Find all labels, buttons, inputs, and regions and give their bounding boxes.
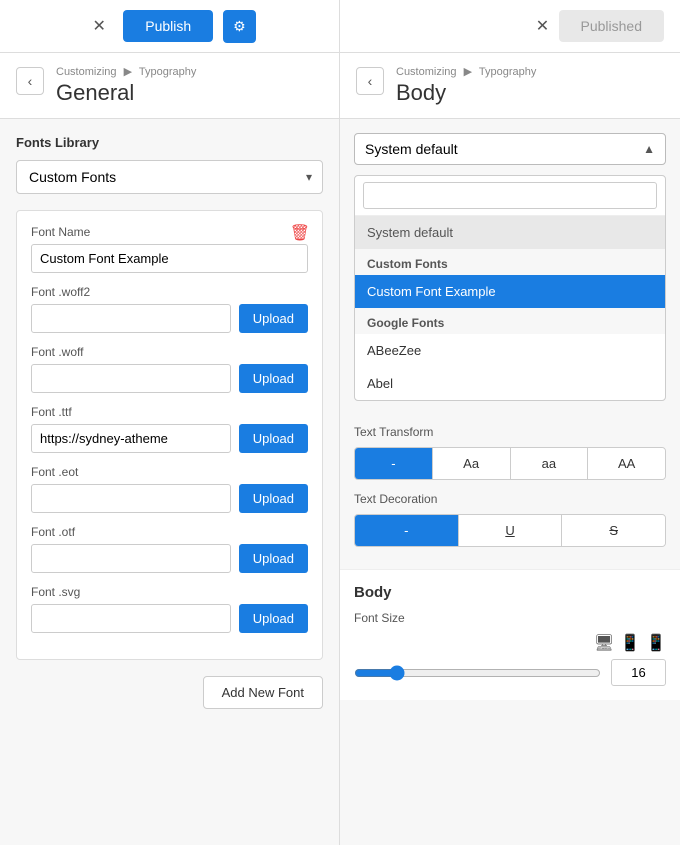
menu-group-custom-fonts: Custom Fonts: [355, 249, 665, 275]
font-size-label: Font Size: [354, 611, 666, 625]
transform-none-button[interactable]: -: [355, 448, 433, 479]
decoration-strikethrough-button[interactable]: S: [562, 515, 665, 546]
font-ttf-label: Font .ttf: [31, 405, 308, 419]
font-woff2-label: Font .woff2: [31, 285, 308, 299]
left-panel-header: ‹ Customizing ▶ Typography General: [0, 53, 339, 119]
font-svg-input[interactable]: [31, 604, 231, 633]
decoration-none-button[interactable]: -: [355, 515, 459, 546]
font-dropdown-menu: System default Custom Fonts Custom Font …: [354, 175, 666, 401]
dropdown-up-arrow-icon: ▲: [643, 142, 655, 156]
upload-woff2-button[interactable]: Upload: [239, 304, 308, 333]
font-name-input[interactable]: [31, 244, 308, 273]
publish-button[interactable]: Publish: [123, 10, 213, 42]
text-transform-label: Text Transform: [354, 425, 666, 439]
font-eot-label: Font .eot: [31, 465, 308, 479]
delete-font-icon[interactable]: 🗑: [290, 223, 310, 243]
font-search-input[interactable]: [363, 182, 657, 209]
font-selector-bar[interactable]: System default ▲: [340, 119, 680, 175]
body-section: Body Font Size 🖥 📱 📱 16: [340, 569, 680, 700]
text-transform-group: - Aa aa AA: [354, 447, 666, 480]
menu-group-google-fonts: Google Fonts: [355, 308, 665, 334]
decoration-underline-button[interactable]: U: [459, 515, 563, 546]
device-icons-row: 🖥 📱 📱: [354, 633, 666, 653]
font-card: 🗑 Font Name Font .woff2 Upload Font .wof…: [16, 210, 323, 660]
transform-uppercase-button[interactable]: AA: [588, 448, 665, 479]
tablet-icon[interactable]: 📱: [620, 633, 640, 653]
right-breadcrumb: Customizing ▶ Typography: [396, 65, 536, 78]
settings-button[interactable]: ⚙: [223, 10, 256, 43]
fonts-library-section: Fonts Library Custom Fonts ▾: [0, 119, 339, 210]
right-panel-header: ‹ Customizing ▶ Typography Body: [340, 53, 680, 119]
text-decoration-group: - U S: [354, 514, 666, 547]
upload-svg-button[interactable]: Upload: [239, 604, 308, 633]
fonts-dropdown[interactable]: Custom Fonts: [17, 161, 322, 193]
font-otf-label: Font .otf: [31, 525, 308, 539]
left-panel: ‹ Customizing ▶ Typography General Fonts…: [0, 53, 340, 845]
right-panel-title: Body: [396, 80, 536, 106]
font-svg-label: Font .svg: [31, 585, 308, 599]
text-transform-section: Text Transform - Aa aa AA Text Decoratio…: [340, 411, 680, 569]
font-woff-input[interactable]: [31, 364, 231, 393]
add-new-font-button[interactable]: Add New Font: [203, 676, 323, 709]
left-panel-title: General: [56, 80, 196, 106]
mobile-icon[interactable]: 📱: [646, 633, 666, 653]
font-size-slider[interactable]: [354, 665, 601, 681]
fonts-dropdown-wrapper[interactable]: Custom Fonts ▾: [16, 160, 323, 194]
back-button-left[interactable]: ‹: [16, 67, 44, 95]
font-size-input[interactable]: 16: [611, 659, 666, 686]
transform-lowercase-button[interactable]: aa: [511, 448, 589, 479]
body-section-title: Body: [354, 584, 666, 601]
right-panel: ‹ Customizing ▶ Typography Body System d…: [340, 53, 680, 845]
menu-item-abeezee[interactable]: ABeeZee: [355, 334, 665, 367]
close-right-button[interactable]: ✕: [527, 10, 559, 42]
font-name-label: Font Name: [31, 225, 308, 239]
upload-ttf-button[interactable]: Upload: [239, 424, 308, 453]
desktop-icon[interactable]: 🖥: [594, 633, 614, 653]
upload-woff-button[interactable]: Upload: [239, 364, 308, 393]
transform-capitalize-button[interactable]: Aa: [433, 448, 511, 479]
left-breadcrumb: Customizing ▶ Typography: [56, 65, 196, 78]
font-selector-dropdown[interactable]: System default ▲: [354, 133, 666, 165]
font-woff2-input[interactable]: [31, 304, 231, 333]
upload-otf-button[interactable]: Upload: [239, 544, 308, 573]
upload-eot-button[interactable]: Upload: [239, 484, 308, 513]
font-ttf-input[interactable]: [31, 424, 231, 453]
font-eot-input[interactable]: [31, 484, 231, 513]
font-woff-label: Font .woff: [31, 345, 308, 359]
text-decoration-label: Text Decoration: [354, 492, 666, 506]
dropdown-value: System default: [365, 141, 458, 157]
published-button: Published: [559, 10, 665, 42]
menu-item-custom-font-example[interactable]: Custom Font Example: [355, 275, 665, 308]
menu-item-abel[interactable]: Abel: [355, 367, 665, 400]
fonts-library-label: Fonts Library: [16, 135, 323, 150]
menu-item-system-default[interactable]: System default: [355, 216, 665, 249]
close-left-button[interactable]: ✕: [83, 10, 115, 42]
font-otf-input[interactable]: [31, 544, 231, 573]
back-button-right[interactable]: ‹: [356, 67, 384, 95]
